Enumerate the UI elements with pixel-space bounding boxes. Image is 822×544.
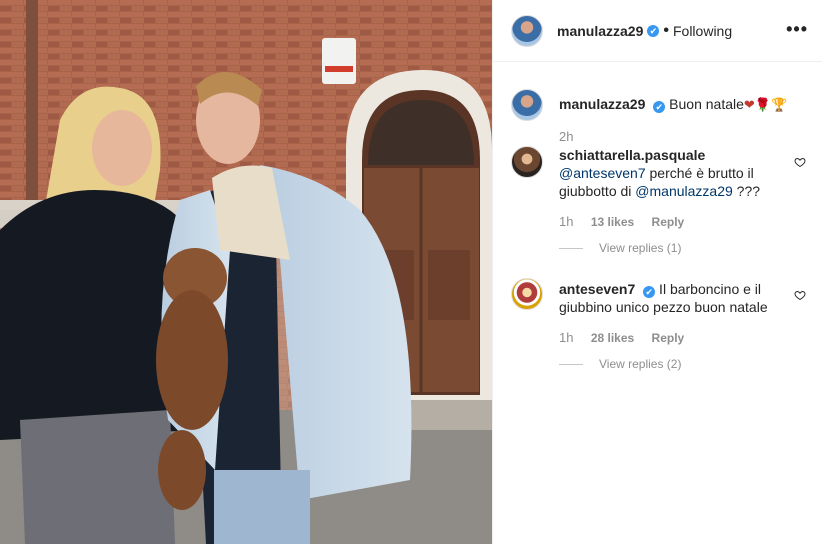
comment-age: 1h xyxy=(559,330,574,345)
comment-meta: 1h 28 likes Reply xyxy=(559,330,806,345)
post-photo[interactable] xyxy=(0,0,492,544)
caption-username[interactable]: manulazza29 xyxy=(559,96,645,112)
post-photo-art xyxy=(0,0,492,544)
comment-text: schiattarella.pasquale @anteseven7 perch… xyxy=(559,146,806,200)
post-caption: manulazza29 ✔ Buon natale❤🌹🏆 2h xyxy=(511,89,806,144)
reply-button[interactable]: Reply xyxy=(652,215,685,229)
commenter-avatar[interactable] xyxy=(511,146,543,178)
comment-likes[interactable]: 28 likes xyxy=(591,331,634,345)
caption-text: manulazza29 ✔ Buon natale❤🌹🏆 xyxy=(559,89,806,115)
view-replies[interactable]: View replies (1) xyxy=(559,241,806,255)
view-replies-label[interactable]: View replies (2) xyxy=(599,357,681,371)
reply-button[interactable]: Reply xyxy=(652,331,685,345)
comment-mention[interactable]: @anteseven7 xyxy=(559,165,646,181)
commenter-avatar[interactable] xyxy=(511,278,543,310)
replies-divider xyxy=(559,363,583,365)
commenter-username[interactable]: anteseven7 xyxy=(559,281,635,297)
comment-body-end: ??? xyxy=(732,183,761,199)
verified-badge-icon: ✔ xyxy=(643,286,656,298)
more-options-icon[interactable]: ••• xyxy=(786,20,808,38)
view-replies[interactable]: View replies (2) xyxy=(559,357,806,371)
caption-age: 2h xyxy=(559,129,574,144)
comment-text: anteseven7 ✔ Il barboncino e il giubbino… xyxy=(559,278,806,316)
verified-badge-icon: ✔ xyxy=(647,24,660,37)
comment-likes[interactable]: 13 likes xyxy=(591,215,634,229)
commenter-username[interactable]: schiattarella.pasquale xyxy=(559,147,705,163)
comment-item: anteseven7 ✔ Il barboncino e il giubbino… xyxy=(511,278,806,371)
verified-badge-icon: ✔ xyxy=(653,101,666,113)
header-separator: • xyxy=(663,21,669,39)
author-username[interactable]: manulazza29 xyxy=(557,23,643,39)
comment-age: 1h xyxy=(559,214,574,229)
heart-outline-icon[interactable] xyxy=(794,156,806,168)
comment-item: schiattarella.pasquale @anteseven7 perch… xyxy=(511,146,806,255)
view-replies-label[interactable]: View replies (1) xyxy=(599,241,681,255)
comment-mention[interactable]: @manulazza29 xyxy=(635,183,733,199)
caption-body: Buon natale xyxy=(669,96,744,112)
caption-avatar[interactable] xyxy=(511,89,543,121)
comment-meta: 1h 13 likes Reply xyxy=(559,214,806,229)
post-detail-panel: manulazza29 ✔ • Following ••• manulazza2… xyxy=(492,0,822,544)
caption-emojis: ❤🌹🏆 xyxy=(743,98,788,113)
heart-outline-icon[interactable] xyxy=(794,289,806,301)
post-header: manulazza29 ✔ • Following ••• xyxy=(493,0,822,62)
replies-divider xyxy=(559,247,583,249)
author-avatar[interactable] xyxy=(511,14,543,47)
following-button[interactable]: Following xyxy=(673,23,732,39)
